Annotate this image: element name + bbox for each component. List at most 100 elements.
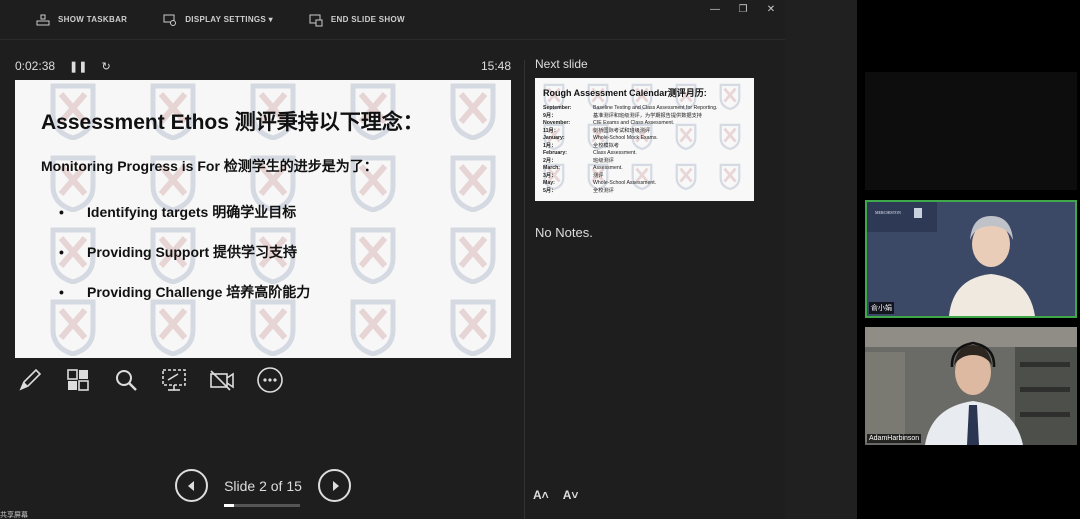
calendar-row: 9月： 基准测评和班级测评，为学期报告提供数据支持 <box>543 113 717 121</box>
slides-grid-icon[interactable] <box>64 366 92 394</box>
screen-icon[interactable] <box>160 366 188 394</box>
calendar-entry: Class Assessment. <box>593 150 637 156</box>
next-slide-preview[interactable]: Rough Assessment Calendar测评月历: September… <box>535 78 754 201</box>
calendar-entry: 基准测评和班级测评，为学期报告提供数据支持 <box>593 112 702 119</box>
taskbar-icon <box>36 14 50 25</box>
slide-counter-label: Slide 2 of 15 <box>224 477 302 494</box>
calendar-entry: Baseline Testing and Class Assessment fo… <box>593 105 718 111</box>
calendar-row: 3月： 测评 <box>543 173 717 181</box>
timer-bar: 0:02:38 ❚❚ ↻ 15:48 <box>15 57 511 75</box>
calendar-month: 5月： <box>543 187 557 194</box>
video-tile-empty <box>865 72 1077 190</box>
close-button[interactable]: ✕ <box>757 2 785 16</box>
watermark-crest <box>445 80 501 141</box>
watermark-crest <box>717 122 743 151</box>
zoom-icon[interactable] <box>112 366 140 394</box>
calendar-entry: 班级测评 <box>593 157 614 164</box>
calendar-month: 2月： <box>543 157 557 164</box>
show-taskbar-label: SHOW TASKBAR <box>58 15 128 24</box>
calendar-entry: 测评 <box>593 172 604 179</box>
display-settings-label: DISPLAY SETTINGS ▾ <box>185 15 273 24</box>
watermark-crest <box>445 296 501 357</box>
slide-subtitle: Monitoring Progress is For 检测学生的进步是为了： <box>41 158 378 174</box>
end-slide-show-label: END SLIDE SHOW <box>330 15 405 24</box>
slide-progress-fill <box>224 503 235 507</box>
arrow-left-icon <box>187 480 194 491</box>
sharing-label: 共享屏幕 <box>0 512 28 519</box>
watermark-crest <box>345 224 401 285</box>
end-slide-show-button[interactable]: END SLIDE SHOW <box>309 13 405 27</box>
slide-counter[interactable]: Slide 2 of 15 <box>224 477 302 507</box>
calendar-month: November: <box>543 120 571 126</box>
calendar-month: 3月： <box>543 172 557 179</box>
elapsed-time: 0:02:38 <box>15 59 56 73</box>
reset-icon[interactable]: ↻ <box>101 60 110 73</box>
clock-time: 15:48 <box>480 59 511 73</box>
slide-bullet: Providing Challenge 培养高阶能力 <box>59 272 310 312</box>
previous-slide-button[interactable] <box>175 469 208 502</box>
calendar-entry: 全校模拟考 <box>593 142 619 149</box>
calendar-row: November: CIE Exams and Class Assessment. <box>543 120 717 128</box>
calendar-month: 9月： <box>543 112 557 119</box>
end-show-icon <box>309 14 323 26</box>
next-slide-label: Next slide <box>535 57 588 71</box>
calendar-row: 11月： 剑桥国际考试和班级测评 <box>543 128 717 136</box>
participant-name: 俞小娟 <box>869 302 894 314</box>
camera-off-icon[interactable] <box>208 366 236 394</box>
video-tile[interactable]: AdamHarbinson <box>865 327 1077 445</box>
calendar-month: 1月： <box>543 142 557 149</box>
slide-title: Assessment Ethos 测评秉持以下理念： <box>41 111 424 134</box>
calendar-entry: Whole-School Mock Exams. <box>593 135 658 141</box>
slide-bullet-list: Identifying targets 明确学业目标 Providing Sup… <box>59 192 310 312</box>
display-settings-button[interactable]: DISPLAY SETTINGS ▾ <box>163 13 273 27</box>
watermark-crest <box>717 162 743 191</box>
slide-progress-bar <box>224 503 300 507</box>
notes-font-controls: A˄ A˅ <box>533 488 578 502</box>
participant-name: AdamHarbinson <box>867 434 922 443</box>
calendar-row: 1月： 全校模拟考 <box>543 143 717 151</box>
watermark-crest <box>717 82 743 111</box>
watermark-crest <box>445 224 501 285</box>
presenter-toolbar: SHOW TASKBAR DISPLAY SETTINGS ▾ END SLID… <box>0 0 785 40</box>
pane-divider[interactable] <box>524 60 525 519</box>
presenter-view: SHOW TASKBAR DISPLAY SETTINGS ▾ END SLID… <box>0 0 785 519</box>
calendar-table: September: Baseline Testing and Class Ass… <box>543 105 717 195</box>
current-slide[interactable]: Assessment Ethos 测评秉持以下理念： Monitoring Pr… <box>15 80 511 358</box>
calendar-row: May: Whole-School Assessment. <box>543 180 717 188</box>
participant-video-1: MERCHISTON <box>867 202 1075 316</box>
decrease-font-button[interactable]: A˅ <box>563 488 579 502</box>
window-gap <box>785 0 857 519</box>
more-icon[interactable] <box>256 366 284 394</box>
pause-icon[interactable]: ❚❚ <box>69 60 87 73</box>
display-settings-icon <box>163 14 177 26</box>
show-taskbar-button[interactable]: SHOW TASKBAR <box>36 13 127 27</box>
arrow-right-icon <box>332 480 339 491</box>
calendar-row: February: Class Assessment. <box>543 150 717 158</box>
calendar-month: March: <box>543 165 561 171</box>
pen-icon[interactable] <box>16 366 44 394</box>
watermark-crest <box>345 296 401 357</box>
school-logo-text: MERCHISTON <box>875 210 901 215</box>
calendar-entry: 剑桥国际考试和班级测评 <box>593 127 651 134</box>
restore-button[interactable]: ❐ <box>729 2 757 16</box>
next-slide-button[interactable] <box>318 469 351 502</box>
slide-navigation: Slide 2 of 15 <box>175 469 351 507</box>
calendar-month: May: <box>543 180 555 186</box>
calendar-entry: 全校测评 <box>593 187 614 194</box>
calendar-row: 5月： 全校测评 <box>543 188 717 196</box>
calendar-month: September: <box>543 105 572 111</box>
calendar-row: 2月： 班级测评 <box>543 158 717 166</box>
speaker-notes: No Notes. <box>535 225 593 240</box>
next-slide-title: Rough Assessment Calendar测评月历: <box>543 88 707 98</box>
video-tile[interactable]: MERCHISTON 俞小娟 <box>865 200 1077 318</box>
calendar-row: September: Baseline Testing and Class Ass… <box>543 105 717 113</box>
calendar-month: February: <box>543 150 567 156</box>
increase-font-button[interactable]: A˄ <box>533 488 549 502</box>
annotation-tools <box>16 366 284 394</box>
calendar-entry: Whole-School Assessment. <box>593 180 657 186</box>
calendar-entry: Assessment. <box>593 165 623 171</box>
calendar-month: 11月： <box>543 127 559 134</box>
minimize-button[interactable]: — <box>701 2 729 16</box>
calendar-row: January: Whole-School Mock Exams. <box>543 135 717 143</box>
calendar-entry: CIE Exams and Class Assessment. <box>593 120 675 126</box>
